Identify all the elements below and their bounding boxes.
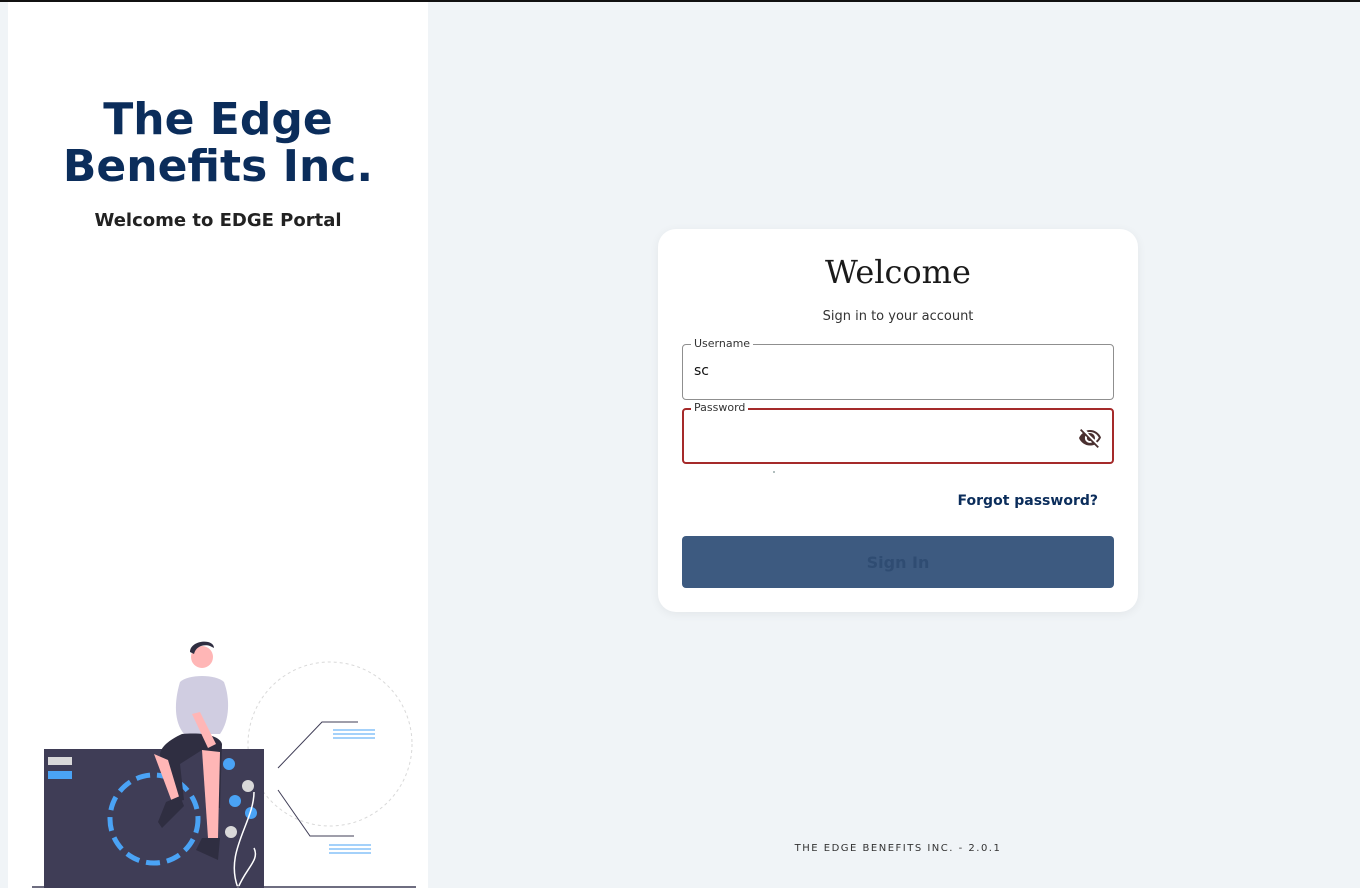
login-subtitle: Sign in to your account xyxy=(822,309,974,324)
brand-panel: The Edge Benefits Inc. Welcome to EDGE P… xyxy=(8,2,428,888)
field-dot xyxy=(773,471,775,473)
brand-title: The Edge Benefits Inc. xyxy=(62,94,374,192)
footer-version: THE EDGE BENEFITS INC. - 2.0.1 xyxy=(794,843,1002,854)
sign-in-button[interactable]: Sign In xyxy=(682,536,1114,588)
welcome-illustration xyxy=(32,641,416,888)
brand-subtitle: Welcome to EDGE Portal xyxy=(94,210,342,231)
eye-off-icon[interactable] xyxy=(1078,426,1102,450)
login-title: Welcome xyxy=(825,253,971,291)
username-label: Username xyxy=(691,337,754,351)
password-label: Password xyxy=(691,401,749,415)
username-field[interactable]: Username sc xyxy=(682,337,1114,400)
username-input[interactable]: sc xyxy=(694,363,709,379)
password-field[interactable]: Password xyxy=(682,401,1114,464)
forgot-password-link[interactable]: Forgot password? xyxy=(958,493,1098,509)
login-card: Welcome Sign in to your account Username… xyxy=(658,229,1138,612)
